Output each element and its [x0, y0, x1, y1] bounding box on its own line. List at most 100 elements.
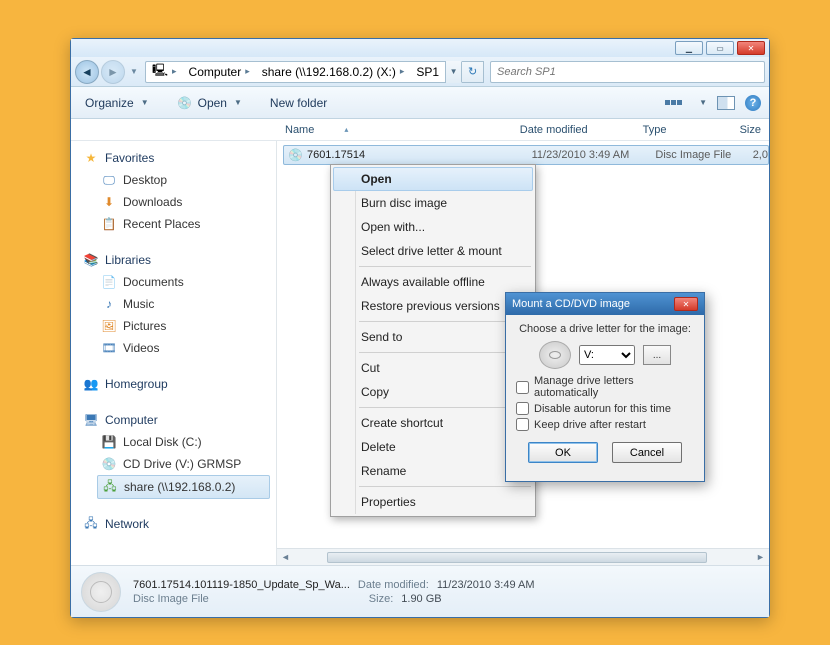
- libraries-icon: 📚: [83, 252, 99, 268]
- homegroup-header[interactable]: 👥Homegroup: [83, 373, 276, 395]
- dialog-instruction: Choose a drive letter for the image:: [516, 323, 694, 335]
- breadcrumb-sp1[interactable]: SP1: [416, 65, 439, 79]
- browse-button[interactable]: ...: [643, 345, 671, 365]
- ctx-shortcut[interactable]: Create shortcut: [333, 411, 533, 435]
- navbar: ◄ ► ▼ 🖳▸ Computer▸ share (\\192.168.0.2)…: [71, 57, 769, 87]
- ctx-openwith[interactable]: Open with...: [333, 215, 533, 239]
- dialog-titlebar[interactable]: Mount a CD/DVD image ✕: [506, 293, 704, 315]
- search-input[interactable]: [497, 66, 758, 78]
- view-dropdown[interactable]: ▼: [699, 98, 707, 107]
- details-date-label: Date modified:: [358, 579, 429, 591]
- view-options[interactable]: [665, 95, 687, 111]
- file-row[interactable]: 💿 7601.17514 11/23/2010 3:49 AM Disc Ima…: [283, 145, 769, 165]
- sidebar-share[interactable]: 🖧share (\\192.168.0.2): [97, 475, 270, 499]
- computer-icon: 🖥: [83, 412, 99, 428]
- file-name: 7601.17514: [307, 149, 532, 161]
- organize-menu[interactable]: Organize▼: [79, 93, 155, 113]
- ctx-sendto[interactable]: Send to: [333, 325, 533, 349]
- details-thumbnail: [81, 572, 121, 612]
- file-date: 11/23/2010 3:49 AM: [532, 149, 656, 161]
- sidebar-desktop[interactable]: 🖵Desktop: [83, 169, 276, 191]
- cb-manage-auto[interactable]: Manage drive letters automatically: [516, 375, 694, 399]
- computer-header[interactable]: 🖥Computer: [83, 409, 276, 431]
- details-pane: 7601.17514.101119-1850_Update_Sp_Wa... D…: [71, 565, 769, 617]
- recent-icon: 📋: [101, 216, 117, 232]
- disc-icon: 💿: [177, 95, 193, 111]
- maximize-button[interactable]: ▭: [706, 41, 734, 55]
- sidebar-music[interactable]: ♪Music: [83, 293, 276, 315]
- ctx-rename[interactable]: Rename: [333, 459, 533, 483]
- sidebar-videos[interactable]: 🎞Videos: [83, 337, 276, 359]
- network-drive-icon: 🖧: [102, 479, 118, 495]
- sidebar-local-disk[interactable]: 💾Local Disk (C:): [83, 431, 276, 453]
- ctx-select-drive[interactable]: Select drive letter & mount: [333, 239, 533, 263]
- breadcrumb-dropdown[interactable]: ▼: [445, 61, 461, 83]
- sidebar-documents[interactable]: 📄Documents: [83, 271, 276, 293]
- libraries-header[interactable]: 📚Libraries: [83, 249, 276, 271]
- ctx-offline[interactable]: Always available offline: [333, 270, 533, 294]
- cb-keep-drive[interactable]: Keep drive after restart: [516, 418, 694, 431]
- ctx-cut[interactable]: Cut: [333, 356, 533, 380]
- back-button[interactable]: ◄: [75, 60, 99, 84]
- column-date[interactable]: Date modified: [512, 124, 635, 136]
- favorites-header[interactable]: ★Favorites: [83, 147, 276, 169]
- network-icon: 🖧: [83, 516, 99, 532]
- sidebar-downloads[interactable]: ⬇Downloads: [83, 191, 276, 213]
- preview-pane-toggle[interactable]: [717, 96, 735, 110]
- column-type[interactable]: Type: [635, 124, 732, 136]
- scroll-thumb[interactable]: [327, 552, 707, 563]
- downloads-icon: ⬇: [101, 194, 117, 210]
- cd-icon: 💿: [101, 456, 117, 472]
- cancel-button[interactable]: Cancel: [612, 442, 682, 463]
- column-headers: Name▴ Date modified Type Size: [71, 119, 769, 141]
- drive-letter-select[interactable]: V:: [579, 345, 635, 365]
- drive-icon: 💾: [101, 434, 117, 450]
- sidebar-pictures[interactable]: 🖼Pictures: [83, 315, 276, 337]
- toolbar: Organize▼ 💿Open▼ New folder ▼ ?: [71, 87, 769, 119]
- scroll-left-arrow[interactable]: ◄: [277, 549, 294, 566]
- scroll-right-arrow[interactable]: ►: [752, 549, 769, 566]
- column-name[interactable]: Name▴: [277, 124, 512, 136]
- details-filetype: Disc Image File: [133, 593, 209, 605]
- titlebar: ▁ ▭ ✕: [71, 39, 769, 57]
- help-button[interactable]: ?: [745, 95, 761, 111]
- close-button[interactable]: ✕: [737, 41, 765, 55]
- cb-disable-autorun-input[interactable]: [516, 402, 529, 415]
- computer-icon: 🖳: [152, 64, 168, 80]
- breadcrumb-share[interactable]: share (\\192.168.0.2) (X:): [262, 65, 396, 79]
- minimize-button[interactable]: ▁: [675, 41, 703, 55]
- sidebar-recent[interactable]: 📋Recent Places: [83, 213, 276, 235]
- open-menu[interactable]: 💿Open▼: [171, 92, 248, 114]
- network-header[interactable]: 🖧Network: [83, 513, 276, 535]
- nav-sidebar: ★Favorites 🖵Desktop ⬇Downloads 📋Recent P…: [71, 141, 277, 565]
- history-dropdown[interactable]: ▼: [127, 67, 141, 76]
- star-icon: ★: [83, 150, 99, 166]
- cd-icon: [539, 341, 571, 369]
- iso-icon: 💿: [288, 147, 303, 163]
- ctx-separator: [359, 486, 531, 487]
- new-folder-button[interactable]: New folder: [264, 93, 333, 113]
- sidebar-cd-drive[interactable]: 💿CD Drive (V:) GRMSP: [83, 453, 276, 475]
- ok-button[interactable]: OK: [528, 442, 598, 463]
- breadcrumb-computer[interactable]: Computer: [189, 65, 242, 79]
- ctx-restore[interactable]: Restore previous versions: [333, 294, 533, 318]
- cb-disable-autorun[interactable]: Disable autorun for this time: [516, 402, 694, 415]
- refresh-button[interactable]: ↻: [462, 61, 484, 83]
- ctx-open[interactable]: Open: [333, 167, 533, 191]
- ctx-delete[interactable]: Delete: [333, 435, 533, 459]
- details-size-value: 1.90 GB: [401, 593, 441, 605]
- horizontal-scrollbar[interactable]: ◄ ►: [277, 548, 769, 565]
- ctx-properties[interactable]: Properties: [333, 490, 533, 514]
- ctx-burn[interactable]: Burn disc image: [333, 191, 533, 215]
- breadcrumb[interactable]: 🖳▸ Computer▸ share (\\192.168.0.2) (X:)▸…: [145, 61, 462, 83]
- dialog-close-button[interactable]: ✕: [674, 297, 698, 311]
- details-date-value: 11/23/2010 3:49 AM: [437, 579, 535, 591]
- column-size[interactable]: Size: [732, 124, 769, 136]
- desktop-icon: 🖵: [101, 172, 117, 188]
- cb-manage-auto-input[interactable]: [516, 381, 529, 394]
- search-box[interactable]: [490, 61, 765, 83]
- ctx-copy[interactable]: Copy: [333, 380, 533, 404]
- forward-button[interactable]: ►: [101, 60, 125, 84]
- ctx-separator: [359, 266, 531, 267]
- cb-keep-drive-input[interactable]: [516, 418, 529, 431]
